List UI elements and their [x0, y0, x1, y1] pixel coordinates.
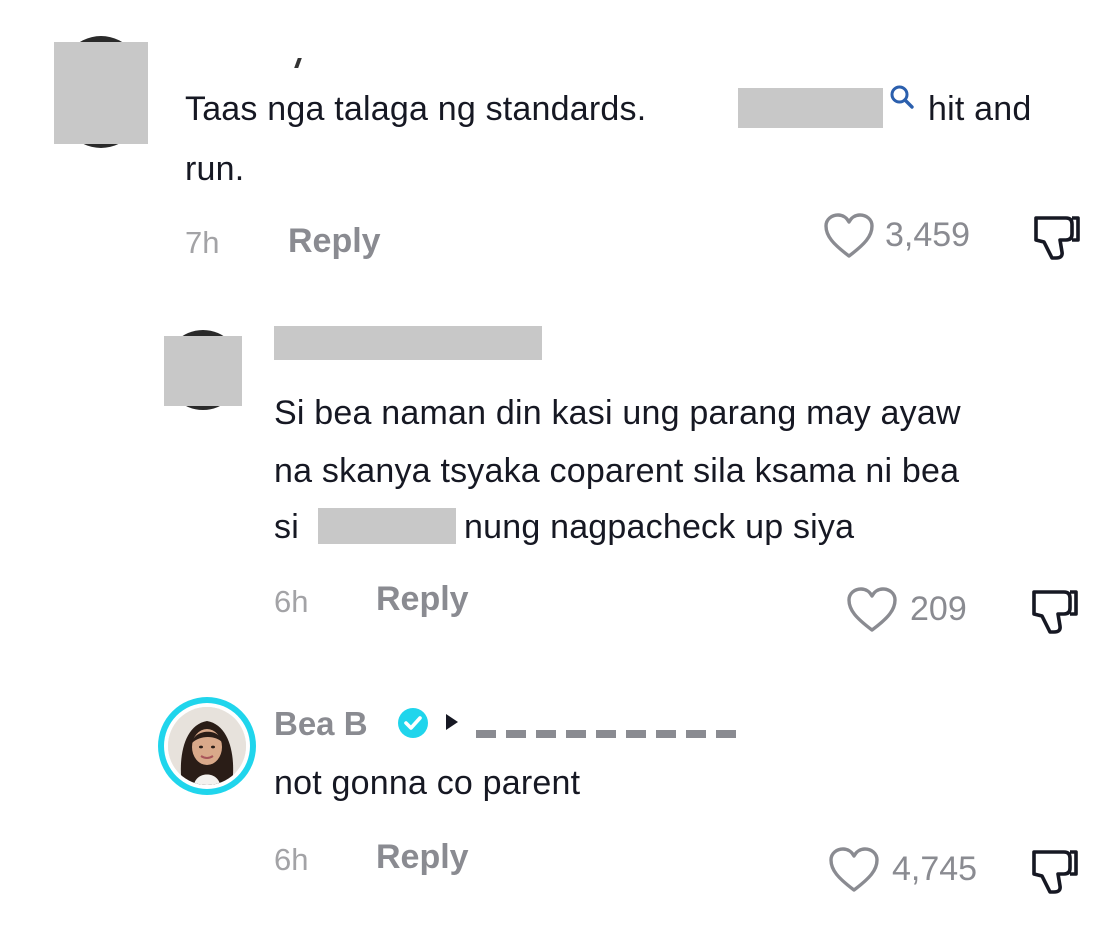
comment-2-timestamp: 6h	[274, 584, 309, 619]
comment-2-avatar[interactable]	[164, 330, 242, 410]
comment-3-timestamp: 6h	[274, 842, 309, 877]
play-arrow-icon	[444, 712, 460, 732]
comment-1-text-line2: run.	[185, 150, 245, 188]
comment-1-text-pre: Taas nga talaga ng standards.	[185, 90, 647, 128]
comment-1-timestamp: 7h	[185, 225, 220, 260]
comment-1-avatar[interactable]	[54, 36, 148, 148]
comment-2-username-redacted[interactable]	[274, 326, 542, 360]
verified-badge-icon	[396, 706, 430, 740]
comment-1-like-count: 3,459	[885, 216, 971, 254]
comment-2-text-line3-post: nung nagpacheck up siya	[464, 508, 855, 546]
creator-comment-text: not gonna co parent	[274, 764, 581, 802]
search-icon[interactable]	[889, 84, 915, 110]
heart-icon[interactable]	[846, 586, 898, 634]
comment-3-like-count: 4,745	[892, 850, 978, 888]
comment-1-text-line1: Taas nga talaga ng standards.	[185, 80, 646, 138]
reply-target-username-redacted[interactable]	[476, 722, 740, 738]
comment-1-text-post: hit and	[928, 90, 1032, 128]
comment-1-reply-button[interactable]: Reply	[288, 222, 381, 261]
heart-icon[interactable]	[828, 846, 880, 894]
comment-1-redacted-mention	[738, 88, 883, 128]
dislike-icon[interactable]	[1028, 846, 1082, 896]
comment-2-reply-button[interactable]: Reply	[376, 580, 469, 619]
heart-icon[interactable]	[823, 212, 875, 260]
comment-2-text-line1: Si bea naman din kasi ung parang may aya…	[274, 394, 961, 432]
comment-2-redacted-mention	[318, 508, 456, 544]
creator-avatar[interactable]	[158, 697, 256, 795]
dislike-icon[interactable]	[1030, 212, 1084, 262]
creator-photo	[168, 707, 246, 785]
comment-2-text-line3-pre: si	[274, 508, 299, 546]
comment-2-text-line2: na skanya tsyaka coparent sila ksama ni …	[274, 452, 960, 490]
dislike-icon[interactable]	[1028, 586, 1082, 636]
comment-1-username-redacted[interactable]	[294, 58, 302, 68]
comment-3-reply-button[interactable]: Reply	[376, 838, 469, 877]
comment-2-like-count: 209	[910, 590, 967, 628]
creator-username[interactable]: Bea B	[274, 705, 368, 743]
